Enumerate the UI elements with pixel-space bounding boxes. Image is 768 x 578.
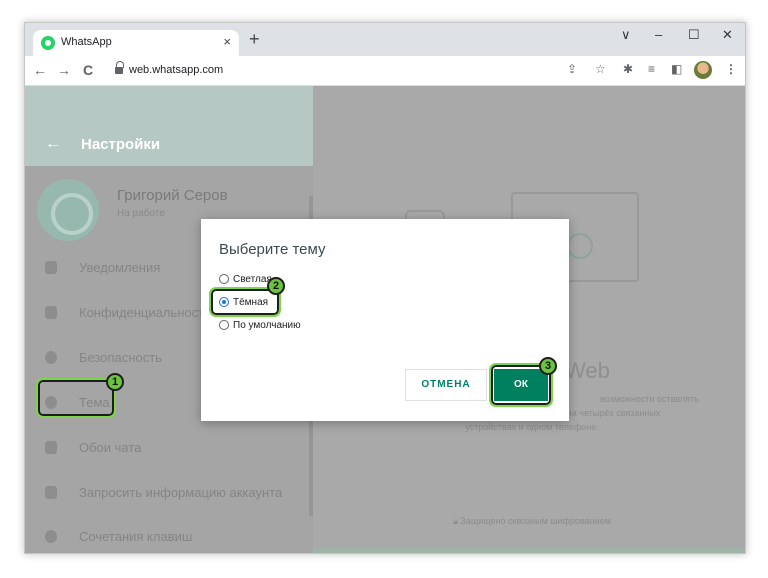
menu-item-label: Конфиденциальность xyxy=(79,305,211,320)
wallpaper-icon xyxy=(45,441,57,454)
tab-close-icon[interactable]: × xyxy=(223,34,231,49)
profile-photo[interactable] xyxy=(37,179,99,241)
browser-menu-icon[interactable]: ⋮ xyxy=(725,62,737,76)
tab-search-icon[interactable]: ∨ xyxy=(621,27,631,43)
menu-item-request-account-info[interactable]: Запросить информацию аккаунта xyxy=(25,472,313,516)
welcome-line-3: устройствах и одном телефоне. xyxy=(465,422,599,432)
step-badge-2: 2 xyxy=(267,277,285,295)
profile-avatar[interactable] xyxy=(694,61,712,79)
reading-list-icon[interactable]: ≡ xyxy=(648,62,655,76)
tab-title: WhatsApp xyxy=(61,36,112,48)
radio-default[interactable] xyxy=(219,320,229,330)
new-tab-button[interactable]: + xyxy=(249,29,260,50)
bottom-accent-bar xyxy=(313,548,745,553)
profile-name[interactable]: Григорий Серов xyxy=(117,187,228,204)
minimize-button[interactable]: – xyxy=(655,27,662,42)
tab-strip: WhatsApp × + ∨ – ☐ ✕ xyxy=(25,23,745,56)
side-panel-icon[interactable]: ◧ xyxy=(671,62,682,76)
option-default[interactable]: По умолчанию xyxy=(219,317,301,333)
step-badge-3: 3 xyxy=(539,357,557,375)
menu-item-keyboard-shortcuts[interactable]: Сочетания клавиш xyxy=(25,516,313,553)
share-icon[interactable]: ⇪ xyxy=(567,62,577,76)
step-badge-1: 1 xyxy=(106,373,124,391)
menu-item-wallpaper[interactable]: Обои чата xyxy=(25,427,313,471)
welcome-title: Web xyxy=(565,358,610,383)
lock-icon xyxy=(45,306,57,319)
tab-whatsapp[interactable]: WhatsApp × xyxy=(33,30,239,56)
dark-option-highlight-frame xyxy=(209,287,281,317)
menu-item-label: Обои чата xyxy=(79,440,142,455)
radio-light[interactable] xyxy=(219,274,229,284)
bell-icon xyxy=(45,261,57,274)
dialog-title: Выберите тему xyxy=(219,241,326,258)
browser-window: WhatsApp × + ∨ – ☐ ✕ ← → C web.whatsapp.… xyxy=(24,22,746,554)
url-text: web.whatsapp.com xyxy=(129,64,224,76)
lock-icon xyxy=(115,61,124,74)
back-arrow-icon[interactable]: ← xyxy=(45,135,61,153)
browser-toolbar: ← → C web.whatsapp.com ⇪ ☆ ✱ ≡ ◧ ⋮ xyxy=(25,56,745,86)
keyboard-icon xyxy=(45,530,57,543)
menu-item-label: Сочетания клавиш xyxy=(79,529,193,544)
encryption-note: 🔒︎ Защищено сквозным шифрованием xyxy=(333,516,731,527)
settings-title: Настройки xyxy=(81,136,161,153)
option-label: Светлая xyxy=(233,273,272,285)
menu-item-label: Безопасность xyxy=(79,350,162,365)
menu-item-label: Запросить информацию аккаунта xyxy=(79,485,283,500)
document-icon xyxy=(45,486,57,499)
settings-header: ← Настройки xyxy=(25,86,313,166)
shield-icon xyxy=(45,351,57,364)
option-light[interactable]: Светлая xyxy=(219,271,272,287)
forward-button[interactable]: → xyxy=(57,62,71,78)
encryption-text: Защищено сквозным шифрованием xyxy=(460,516,611,526)
star-icon[interactable]: ☆ xyxy=(595,62,606,76)
extensions-icon[interactable]: ✱ xyxy=(623,62,633,76)
cancel-button[interactable]: ОТМЕНА xyxy=(405,369,487,401)
theme-highlight-frame xyxy=(36,378,116,418)
whatsapp-favicon-icon xyxy=(41,36,55,50)
reload-button[interactable]: C xyxy=(83,62,93,78)
theme-dialog: Выберите тему Светлая Тёмная По умолчани… xyxy=(201,219,569,421)
menu-item-label: Уведомления xyxy=(79,260,161,275)
check-icon xyxy=(567,233,593,259)
option-label: По умолчанию xyxy=(233,319,301,331)
address-bar[interactable]: web.whatsapp.com xyxy=(113,60,633,82)
maximize-button[interactable]: ☐ xyxy=(688,27,700,43)
profile-status: На работе xyxy=(117,208,165,219)
back-button[interactable]: ← xyxy=(33,62,47,78)
close-window-button[interactable]: ✕ xyxy=(722,27,733,43)
